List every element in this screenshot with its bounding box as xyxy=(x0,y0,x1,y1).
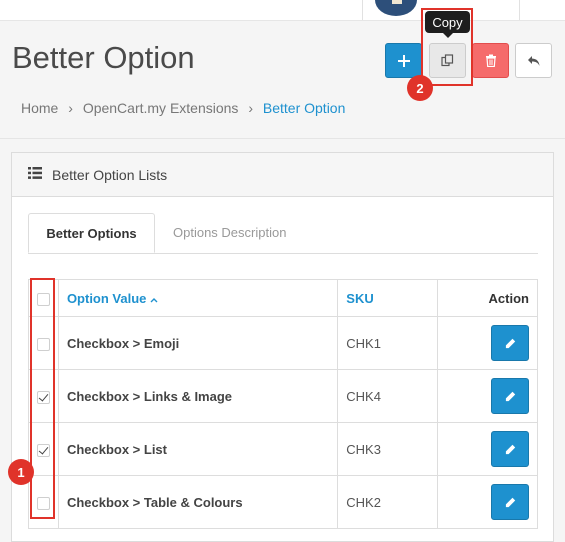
edit-button[interactable] xyxy=(491,325,529,361)
header-divider-line xyxy=(0,138,565,139)
sku-cell: CHK3 xyxy=(337,422,439,476)
table-header-row: Option Value SKU Action xyxy=(28,279,538,317)
list-icon xyxy=(28,167,42,179)
user-avatar[interactable] xyxy=(375,0,417,16)
pencil-icon xyxy=(505,391,515,401)
pencil-icon xyxy=(505,497,515,507)
table-row: Checkbox > Links & Image CHK4 xyxy=(28,369,538,423)
tab-options-description[interactable]: Options Description xyxy=(173,225,286,240)
sku-text: CHK1 xyxy=(346,335,381,351)
option-value-text: Checkbox > Links & Image xyxy=(66,388,233,404)
edit-button[interactable] xyxy=(491,378,529,414)
add-button[interactable] xyxy=(385,43,422,78)
option-value-sort-link[interactable]: Option Value xyxy=(67,291,146,306)
pencil-icon xyxy=(505,338,515,348)
table-row: Checkbox > Emoji CHK1 xyxy=(28,316,538,370)
sku-cell: CHK1 xyxy=(337,316,439,370)
breadcrumb-current[interactable]: Better Option xyxy=(263,100,346,116)
checkbox-highlight-box xyxy=(30,278,55,519)
tab-bar: Better Options Options Description xyxy=(28,213,538,254)
action-cell xyxy=(437,422,538,476)
sku-text: CHK2 xyxy=(346,494,381,510)
table-row: Checkbox > Table & Colours CHK2 xyxy=(28,475,538,529)
option-cell: Checkbox > Emoji xyxy=(57,316,339,370)
sku-text: CHK4 xyxy=(346,388,381,404)
option-cell: Checkbox > Links & Image xyxy=(57,369,339,423)
option-value-header[interactable]: Option Value xyxy=(57,279,339,317)
back-button[interactable] xyxy=(515,43,552,78)
option-value-text: Checkbox > Table & Colours xyxy=(66,494,243,510)
sort-up-icon xyxy=(150,297,158,302)
action-cell xyxy=(437,369,538,423)
breadcrumb-separator: › xyxy=(68,100,73,116)
option-table: Option Value SKU Action Checkbox > Emoji… xyxy=(28,279,538,529)
edit-button[interactable] xyxy=(491,431,529,467)
option-list-panel: Better Option Lists Better Options Optio… xyxy=(11,152,554,542)
header-divider xyxy=(519,0,520,20)
trash-icon xyxy=(485,54,496,67)
top-header-bar xyxy=(0,0,565,21)
panel-title: Better Option Lists xyxy=(52,167,168,183)
reply-icon xyxy=(527,55,539,66)
edit-button[interactable] xyxy=(491,484,529,520)
action-header: Action xyxy=(437,279,538,317)
page-title: Better Option xyxy=(12,40,195,75)
panel-heading: Better Option Lists xyxy=(12,153,553,197)
sku-text: CHK3 xyxy=(346,441,381,457)
pencil-icon xyxy=(505,444,515,454)
breadcrumb-home[interactable]: Home xyxy=(21,100,58,116)
sku-sort-link[interactable]: SKU xyxy=(346,291,373,306)
sku-cell: CHK4 xyxy=(337,369,439,423)
header-divider xyxy=(362,0,363,20)
option-value-text: Checkbox > Emoji xyxy=(66,335,180,351)
option-cell: Checkbox > List xyxy=(57,422,339,476)
plus-icon xyxy=(397,54,410,67)
breadcrumb-separator: › xyxy=(248,100,253,116)
annotation-marker-2: 2 xyxy=(407,75,433,101)
sku-cell: CHK2 xyxy=(337,475,439,529)
tab-better-options[interactable]: Better Options xyxy=(28,213,155,253)
annotation-marker-1: 1 xyxy=(8,459,34,485)
action-cell xyxy=(437,316,538,370)
option-cell: Checkbox > Table & Colours xyxy=(57,475,339,529)
breadcrumb: Home › OpenCart.my Extensions › Better O… xyxy=(21,100,351,116)
breadcrumb-extensions[interactable]: OpenCart.my Extensions xyxy=(83,100,239,116)
option-value-text: Checkbox > List xyxy=(66,441,167,457)
sku-header[interactable]: SKU xyxy=(337,279,439,317)
action-cell xyxy=(437,475,538,529)
copy-highlight-box xyxy=(421,8,473,86)
delete-button[interactable] xyxy=(472,43,509,78)
table-row: Checkbox > List CHK3 xyxy=(28,422,538,476)
